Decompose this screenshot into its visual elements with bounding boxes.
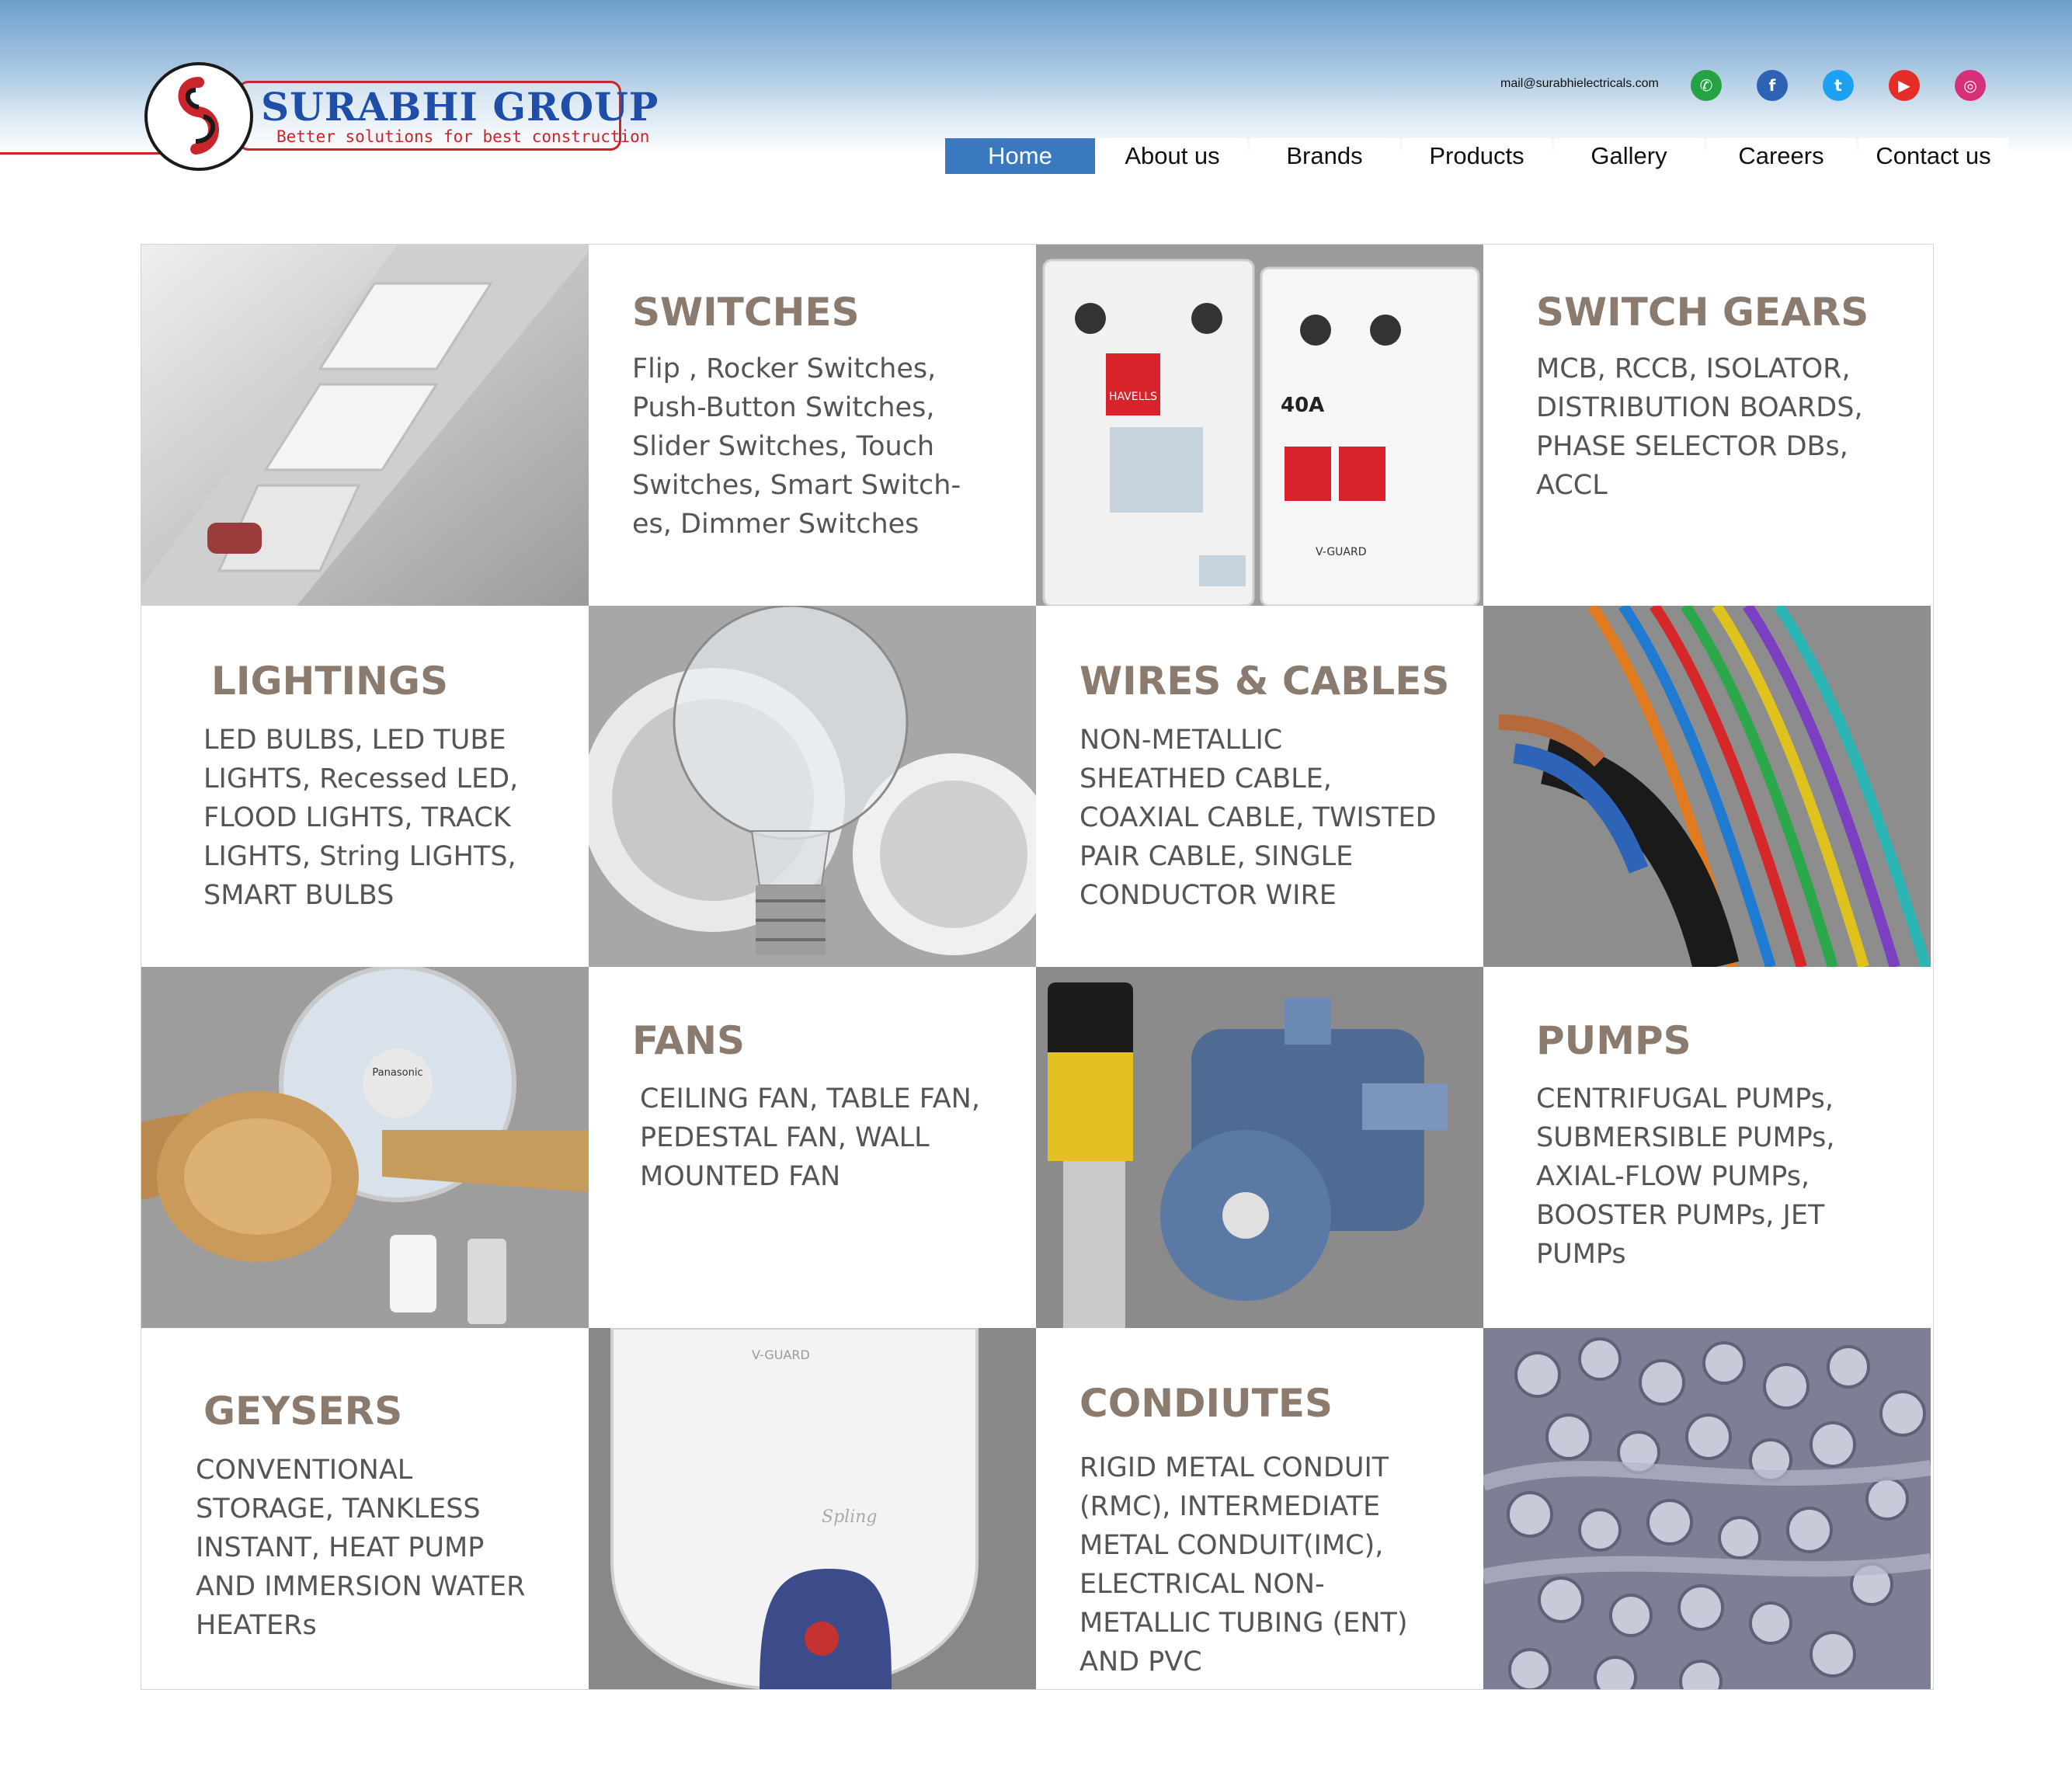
instagram-icon[interactable]: ◎ [1955,70,1986,101]
category-title: WIRES & CABLES [1079,659,1450,704]
nav-item-gallery[interactable]: Gallery [1554,138,1704,174]
facebook-icon[interactable]: f [1757,70,1788,101]
category-title: SWITCH GEARS [1536,290,1869,335]
conduits-image[interactable] [1483,1328,1931,1689]
nav-item-products[interactable]: Products [1402,138,1552,174]
category-description: CEILING FAN, TABLE FAN, PEDESTAL FAN, WA… [640,1083,980,1192]
category-card-geysers[interactable]: GEYSERS CONVENTIONAL STORAGE, TANKLESS I… [141,1328,589,1689]
category-description: LED BULBS, LED TUBE LIGHTS, Recessed LED… [203,725,519,911]
category-card-pumps[interactable]: PUMPS CENTRIFUGAL PUMPs, SUBMERSIBLE PUM… [1483,967,1931,1328]
category-title: SWITCHES [632,290,860,335]
nav-item-careers[interactable]: Careers [1706,138,1856,174]
geysers-model: Spling [822,1507,877,1527]
geysers-image[interactable]: V-GUARD Spling [589,1328,1036,1689]
nav-item-brands[interactable]: Brands [1250,138,1399,174]
wires-cables-image[interactable] [1483,606,1931,967]
switch-gears-brand-2: V-GUARD [1316,546,1367,558]
switch-gears-brand-1: HAVELLS [1109,391,1157,403]
category-title: PUMPS [1536,1018,1691,1063]
category-title: GEYSERS [203,1389,403,1434]
contact-email[interactable]: mail@surabhielectricals.com [1500,77,1659,91]
nav-item-about-us[interactable]: About us [1097,138,1247,174]
category-card-switches[interactable]: SWITCHES Flip , Rocker Switches, Push-Bu… [589,245,1036,606]
twitter-icon[interactable]: t [1823,70,1854,101]
nav-item-contact-us[interactable]: Contact us [1858,138,2008,174]
category-title: CONDIUTES [1079,1381,1333,1426]
category-description: MCB, RCCB, ISOLATOR, DISTRIBUTION BOARDS… [1536,353,1863,501]
switches-image[interactable] [141,245,589,606]
category-description: CENTRIFUGAL PUMPs, SUBMERSIBLE PUMPs, AX… [1536,1083,1835,1270]
category-card-wires-cables[interactable]: WIRES & CABLES NON-METALLIC SHEATHED CAB… [1036,606,1483,967]
brand-tagline: Better solutions for best construction [276,127,650,146]
switch-gears-image[interactable]: HAVELLS 40A V-GUARD [1036,245,1483,606]
fans-brand: Panasonic [372,1067,422,1079]
category-card-fans[interactable]: FANS CEILING FAN, TABLE FAN, PEDESTAL FA… [589,967,1036,1328]
switch-gears-rating: 40A [1281,394,1324,417]
brand-name: SURABHI GROUP [261,84,659,130]
brand-logo[interactable]: SURABHI GROUP Better solutions for best … [144,62,658,171]
category-description: RIGID METAL CONDUIT (RMC), INTERMEDIATE … [1079,1452,1408,1677]
fans-image[interactable]: Panasonic [141,967,589,1328]
category-card-switch-gears[interactable]: SWITCH GEARS MCB, RCCB, ISOLATOR, DISTRI… [1483,245,1931,606]
category-title: FANS [632,1018,745,1063]
pumps-image[interactable] [1036,967,1483,1328]
logo-emblem-icon [144,62,253,171]
whatsapp-icon[interactable]: ✆ [1691,70,1722,101]
category-description: NON-METALLIC SHEATHED CABLE, COAXIAL CAB… [1079,725,1437,911]
category-description: Flip , Rocker Switches, Push-Button Swit… [632,353,961,540]
category-card-conduits[interactable]: CONDIUTES RIGID METAL CONDUIT (RMC), INT… [1036,1328,1483,1689]
category-card-lightings[interactable]: LIGHTINGS LED BULBS, LED TUBE LIGHTS, Re… [141,606,589,967]
product-category-grid: SWITCHES Flip , Rocker Switches, Push-Bu… [141,244,1934,1690]
geysers-brand: V-GUARD [752,1347,810,1362]
nav-item-home[interactable]: Home [945,138,1095,174]
category-description: CONVENTIONAL STORAGE, TANKLESS INSTANT, … [196,1455,526,1641]
youtube-icon[interactable]: ▶ [1889,70,1920,101]
category-title: LIGHTINGS [211,659,448,704]
lightings-image[interactable] [589,606,1036,967]
